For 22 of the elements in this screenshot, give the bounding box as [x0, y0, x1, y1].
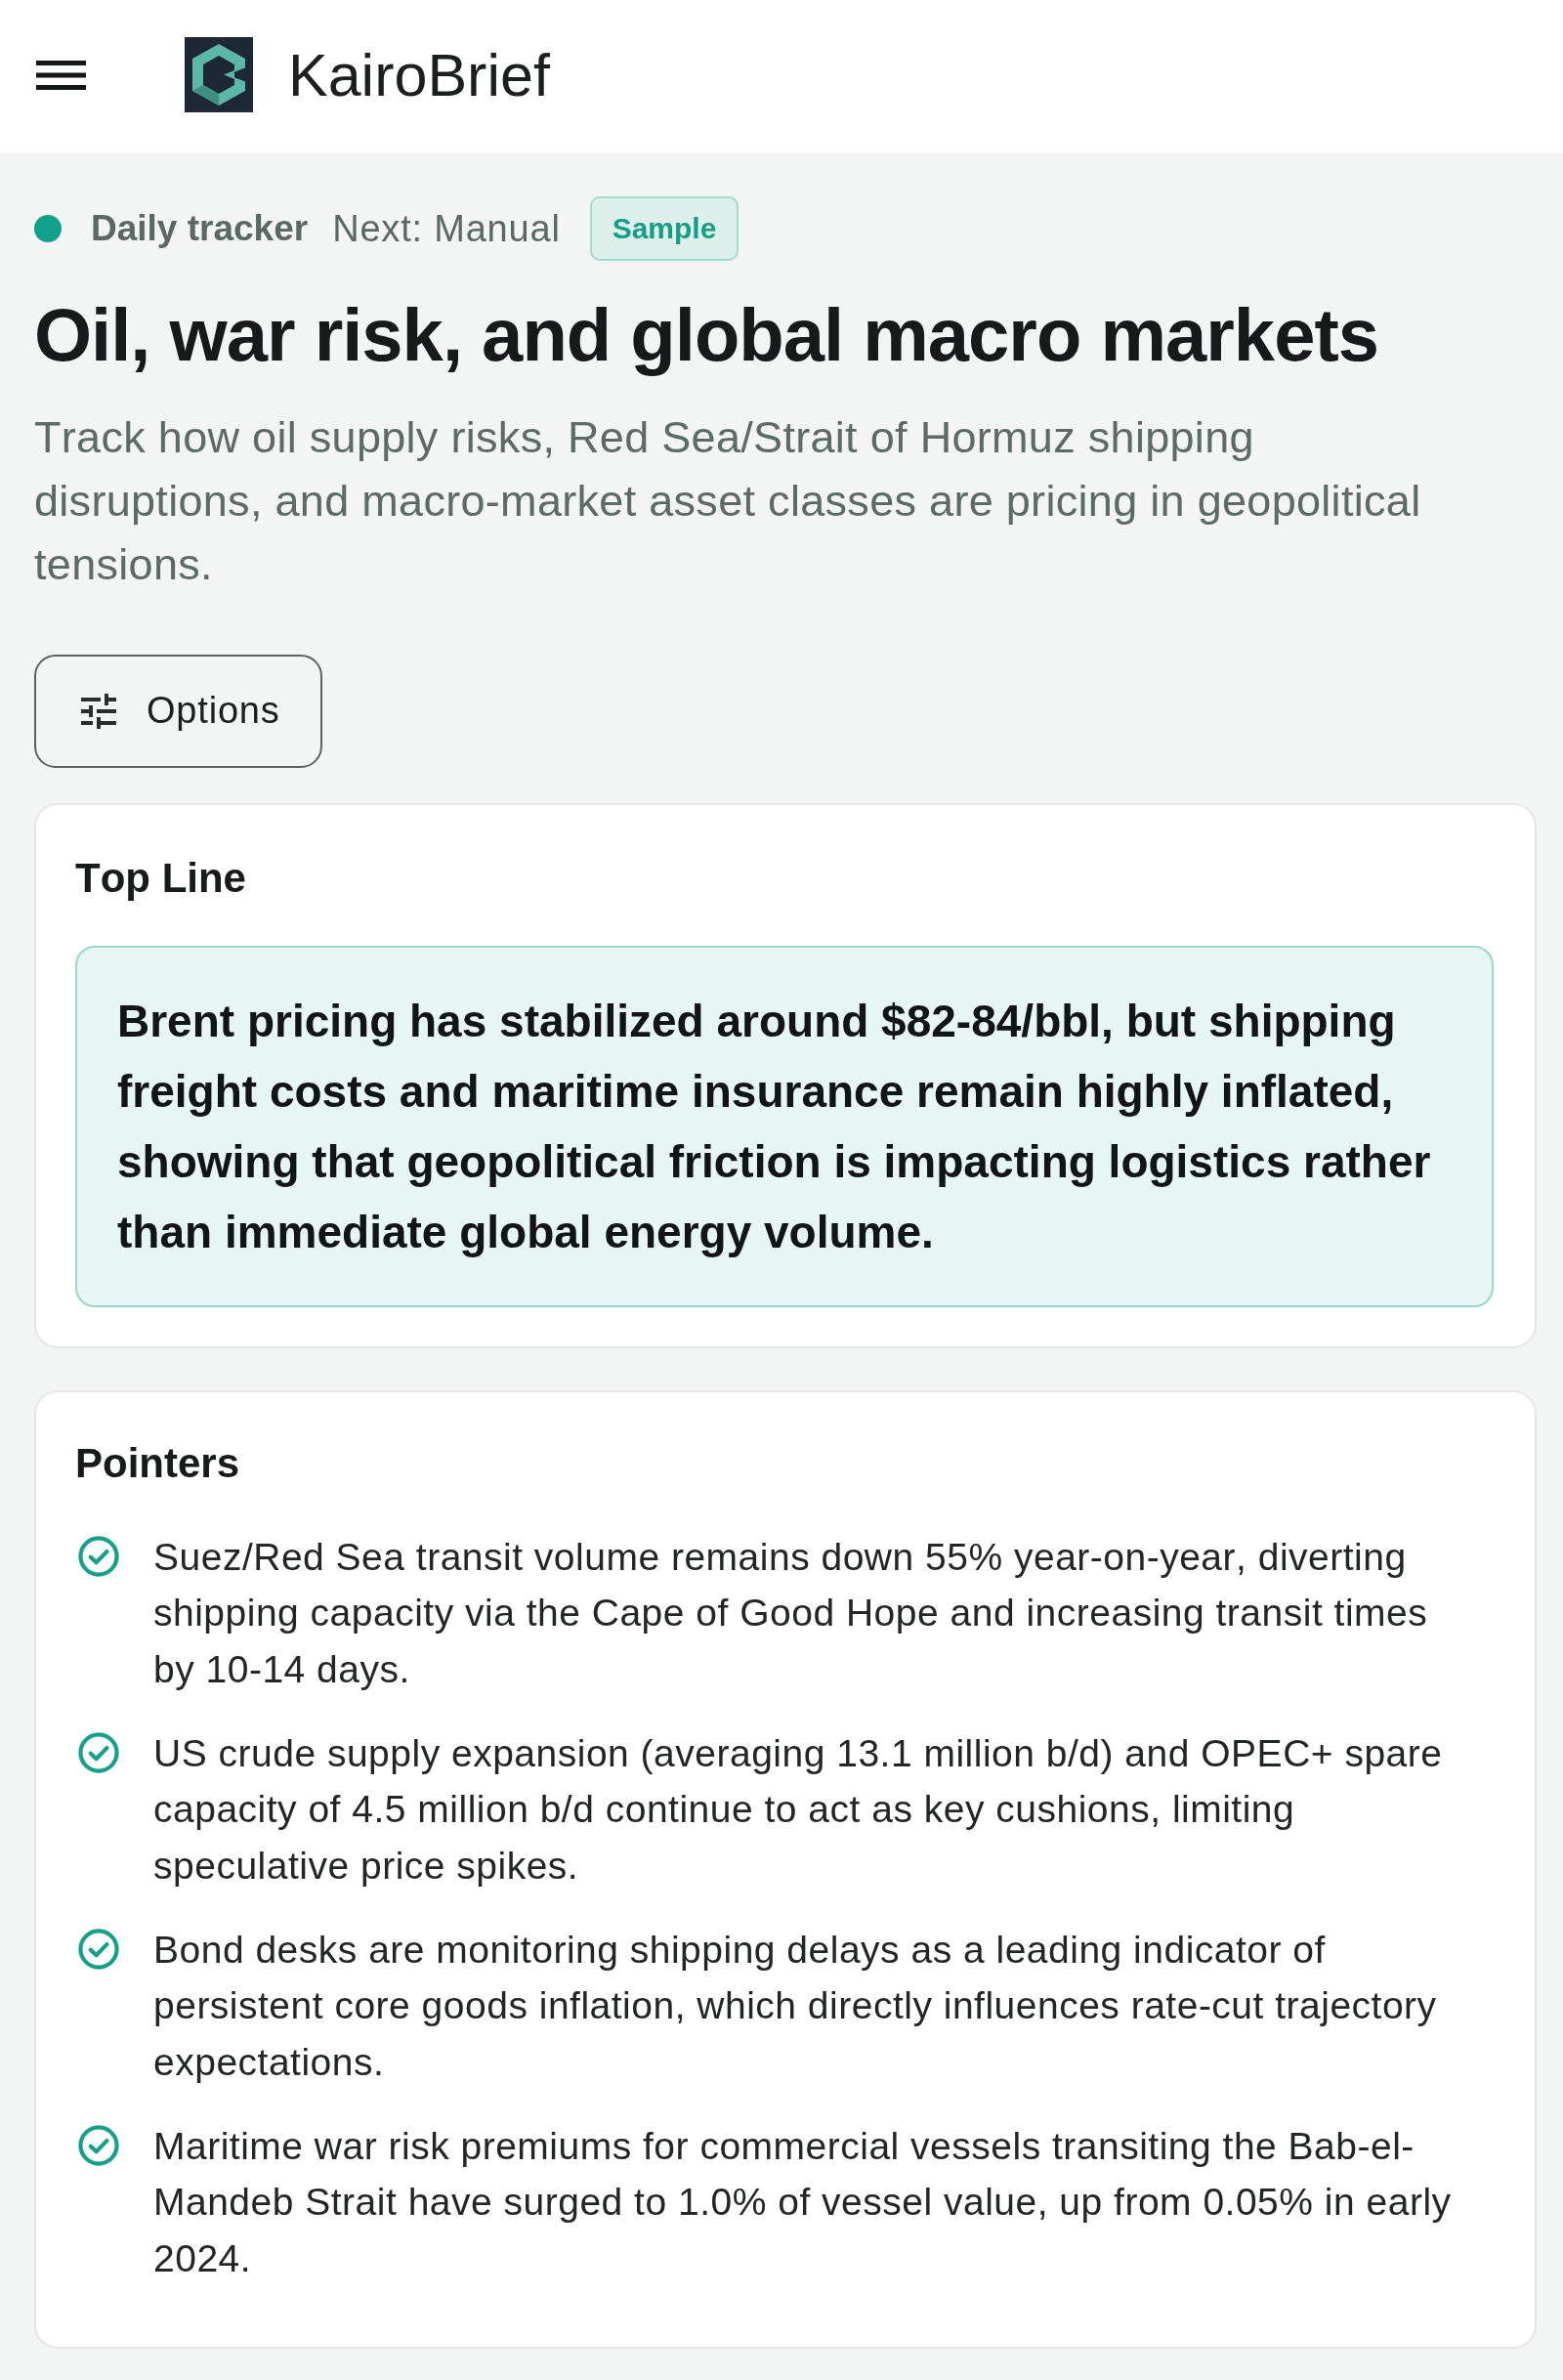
options-button[interactable]: Options [34, 654, 322, 768]
tracker-label: Daily tracker [91, 207, 309, 250]
page-description: Track how oil supply risks, Red Sea/Strait of Hormuz shipping disruptions, and macro-market asset classes are pricing in geopolitical tensions. [34, 411, 1422, 591]
next-run-text: Next: Manual [332, 207, 561, 250]
check-circle-icon [78, 1928, 119, 1970]
section-heading: Top Line [75, 853, 247, 903]
pointer-text: Maritime war risk premiums for commercial vessels transiting the Bab-el-Mandeb Strait have surged to 1.0% of vessel value, up from 0.05% in early 2024. [153, 2123, 1453, 2281]
status-dot-icon [34, 215, 62, 242]
section-heading: Pointers [75, 1438, 241, 1488]
logo-icon [185, 37, 253, 112]
page-title: Oil, war risk, and global macro markets [34, 293, 1379, 376]
pointer-text: US crude supply expansion (averaging 13.1 million b/d) and OPEC+ spare capacity of 4.5 million b/d continue to act as key cushions, limiting speculative price spikes. [153, 1730, 1444, 1889]
highlight-text: Brent pricing has stabilized around $82-84/bbl, but shipping freight costs and maritime insurance remain highly inflated, showing that geopolitical friction is impacting logistics rather than immediate global energy volume. [117, 994, 1432, 1259]
brand-name: KairoBrief [288, 40, 550, 110]
check-circle-icon [78, 2124, 119, 2166]
menu-icon[interactable] [36, 60, 86, 90]
pointer-text: Bond desks are monitoring shipping delays as a leading indicator of persistent core goods inflation, which directly influences rate-cut trajectory expectations. [153, 1927, 1438, 2085]
pointer-text: Suez/Red Sea transit volume remains down 55% year-on-year, diverting shipping capacity via the Cape of Good Hope and increasing transit times by 10-14 days. [153, 1534, 1429, 1692]
sample-badge: Sample [589, 196, 739, 261]
check-circle-icon [78, 1731, 119, 1773]
sliders-icon [80, 693, 117, 729]
check-circle-icon [78, 1535, 119, 1577]
